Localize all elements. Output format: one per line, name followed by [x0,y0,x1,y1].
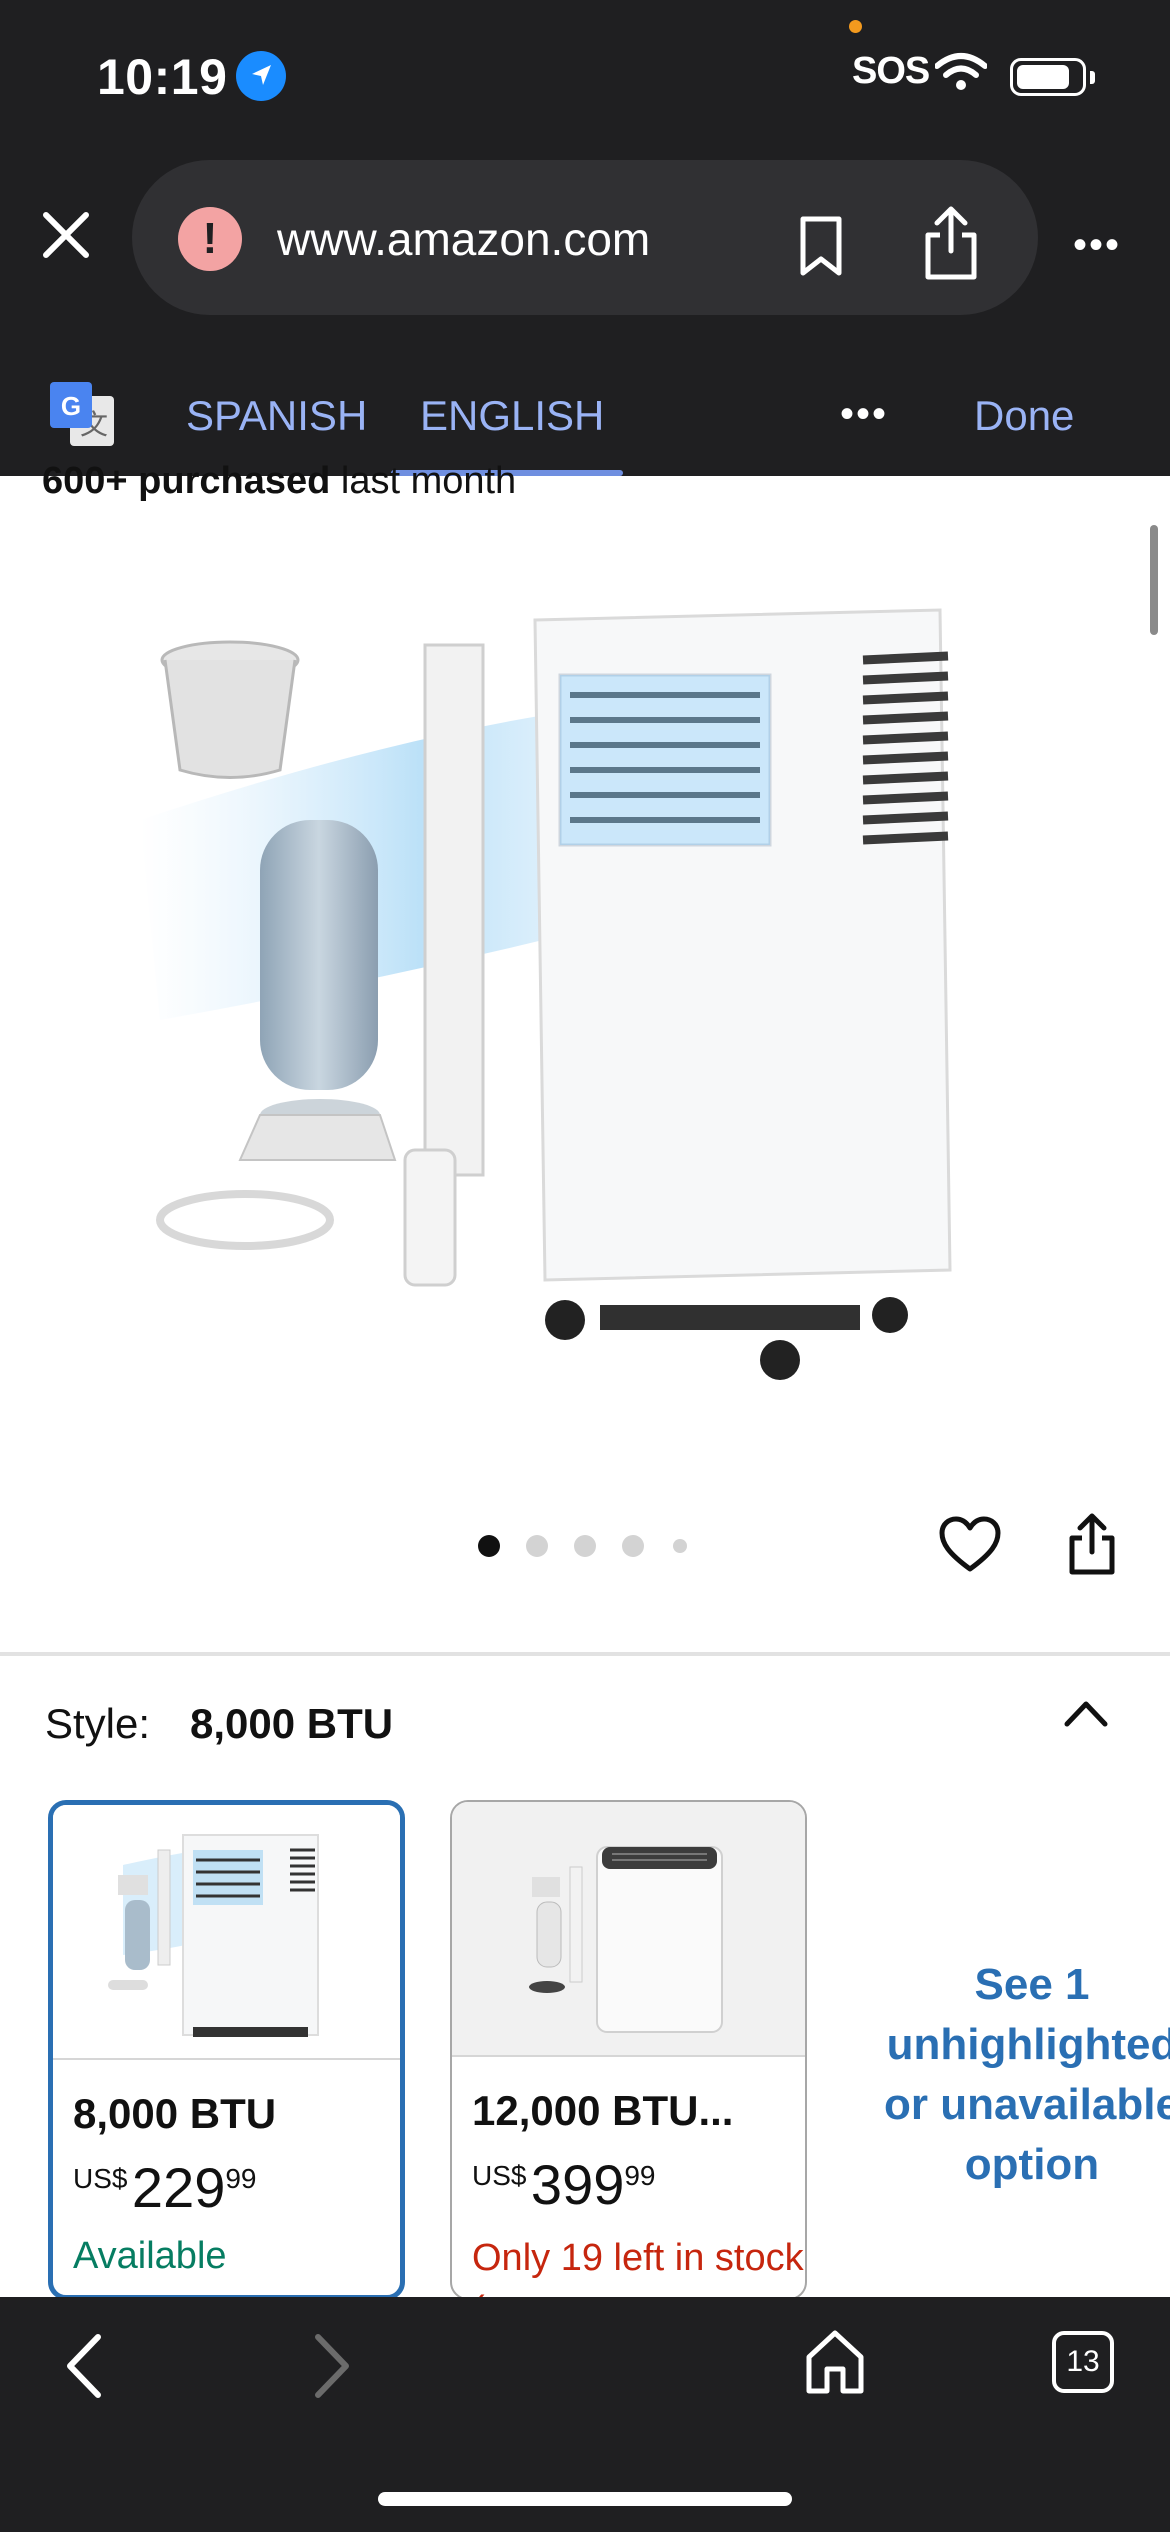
option-availability: Available [73,2235,227,2277]
tab-english[interactable]: ENGLISH [420,392,604,440]
product-share-icon[interactable] [1066,1512,1118,1581]
pagination-dot-3[interactable] [574,1535,596,1557]
translate-done-button[interactable]: Done [974,392,1074,440]
option-price: US$ 39999 [472,2152,656,2217]
option-thumbnail [53,1805,400,2060]
wifi-icon [934,52,988,97]
purchase-count: 600+ purchased last month [42,460,516,503]
site-warning-icon[interactable]: ! [178,207,242,271]
location-arrow-icon [236,51,286,101]
scrollbar[interactable] [1150,525,1158,635]
see-more-line: or unavailable [884,2080,1170,2129]
status-bar: 10:19 SOS [0,0,1170,150]
product-image[interactable] [140,570,990,1400]
pagination-dot-5[interactable] [673,1539,687,1553]
forward-arrow-icon[interactable] [310,2331,354,2406]
pagination-dot-4[interactable] [622,1535,644,1557]
translate-more-icon[interactable]: ••• [840,392,888,437]
battery-cap [1090,71,1095,84]
share-icon[interactable] [922,205,980,286]
heart-icon[interactable] [938,1515,1002,1580]
price-whole: 399 [530,2153,625,2216]
pagination-dot-2[interactable] [526,1535,548,1557]
url-text[interactable]: www.amazon.com [277,212,650,266]
price-fraction: 99 [225,2163,257,2194]
status-time: 10:19 [97,49,228,105]
price-fraction: 99 [624,2160,656,2191]
close-icon[interactable] [36,205,96,265]
option-price: US$ 22999 [73,2155,257,2220]
sos-indicator: SOS [852,50,930,92]
tabs-count-button[interactable]: 13 [1052,2331,1114,2393]
style-option-8000-btu[interactable]: 8,000 BTU US$ 22999 Available [48,1800,405,2300]
price-currency: US$ [472,2160,527,2191]
see-more-line: unhighlighted [886,2020,1170,2069]
style-value: 8,000 BTU [190,1700,394,1747]
home-indicator[interactable] [378,2492,792,2506]
purchase-count-bold: 600+ purchased [42,460,331,502]
google-translate-icon[interactable]: 文 G [50,382,116,448]
privacy-indicator-dot [849,20,862,33]
option-thumbnail [452,1802,805,2057]
section-divider [0,1652,1170,1656]
battery-icon [1010,58,1086,96]
option-title: 8,000 BTU [73,2090,277,2137]
price-whole: 229 [131,2156,226,2219]
style-label: Style: [45,1700,151,1747]
translate-bar: 文 G SPANISH ENGLISH ••• Done [0,340,1170,476]
purchase-count-suffix: last month [330,460,517,502]
see-unavailable-options-link[interactable]: See 1 unhighlighted or unavailable optio… [872,1955,1170,2195]
tab-spanish[interactable]: SPANISH [186,392,367,440]
style-option-12000-btu[interactable]: 12,000 BTU... US$ 39999 Only 19 left in … [450,1800,807,2300]
more-options-icon[interactable]: ••• [1073,223,1121,268]
browser-toolbar: ! www.amazon.com ••• [0,150,1170,340]
option-availability: Only 19 left in stock (more o [472,2237,804,2298]
back-arrow-icon[interactable] [62,2331,106,2406]
see-more-line: See 1 [974,1960,1090,2009]
see-more-line: option [964,2140,1100,2189]
chevron-up-icon[interactable] [1063,1696,1109,1735]
svg-text:G: G [61,391,81,421]
option-title: 12,000 BTU... [472,2087,734,2134]
price-currency: US$ [73,2163,128,2194]
pagination-dot-1[interactable] [478,1535,500,1557]
bookmark-icon[interactable] [797,215,845,282]
address-bar[interactable]: ! www.amazon.com [132,160,1038,315]
home-icon[interactable] [803,2327,867,2402]
